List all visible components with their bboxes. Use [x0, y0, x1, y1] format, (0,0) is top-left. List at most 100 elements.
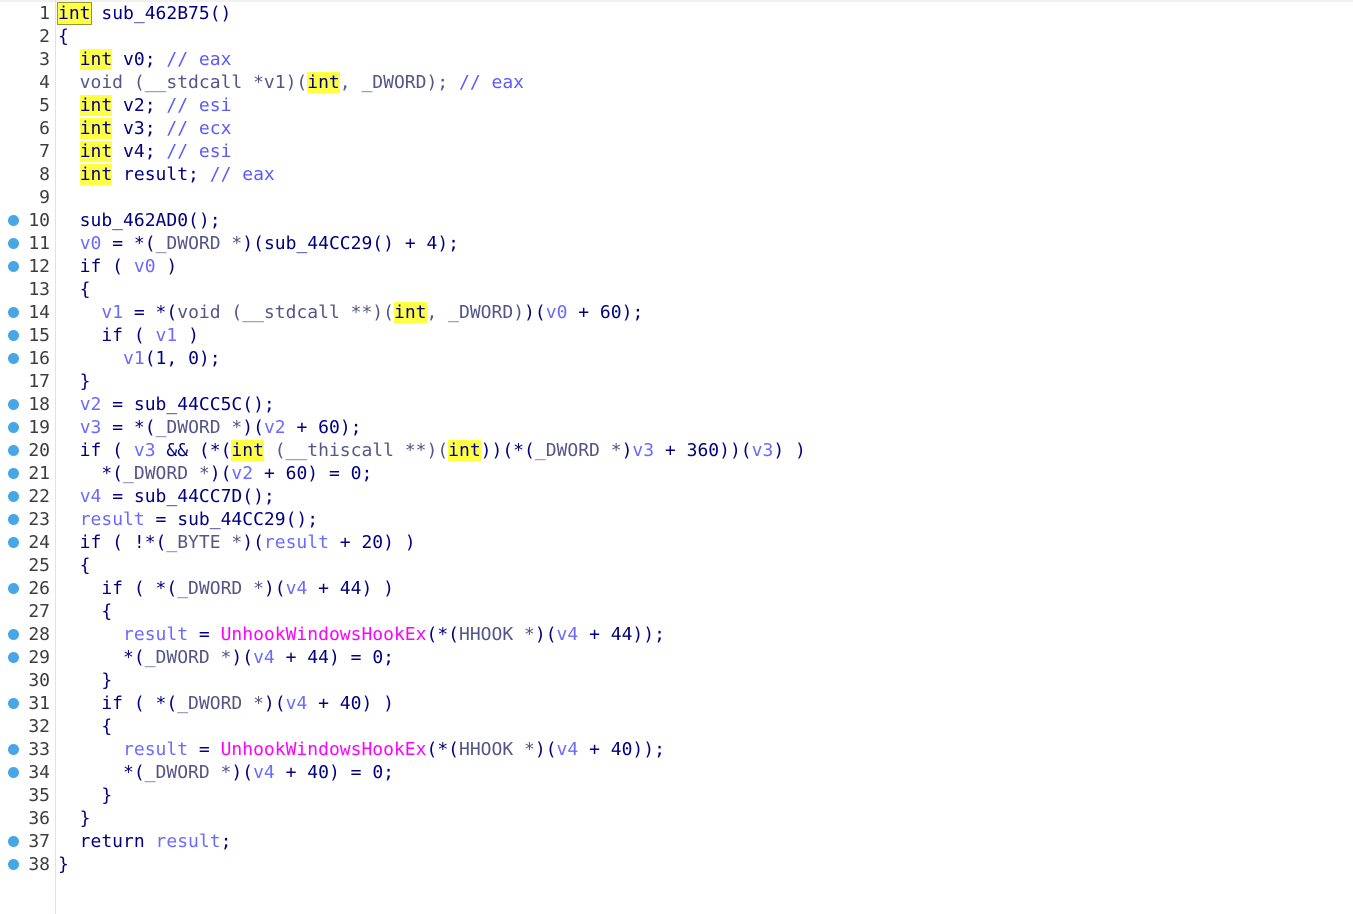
code-token[interactable]: void (__stdcall *v1)(: [58, 72, 308, 93]
code-token[interactable]: _DWORD *: [145, 647, 232, 668]
code-token[interactable]: result: [80, 509, 145, 530]
code-text[interactable]: result = UnhookWindowsHookEx(*(HHOOK *)(…: [58, 738, 665, 761]
code-token[interactable]: sub_462AD0();: [58, 210, 221, 231]
code-token[interactable]: UnhookWindowsHookEx: [221, 624, 427, 645]
code-token[interactable]: + 20) ): [329, 532, 416, 553]
code-token[interactable]: = *(: [101, 417, 155, 438]
code-line[interactable]: 5 int v2; // esi: [0, 94, 1353, 117]
code-text[interactable]: if ( *(_DWORD *)(v4 + 44) ): [58, 577, 394, 600]
code-line[interactable]: 27 {: [0, 600, 1353, 623]
code-line[interactable]: 38}: [0, 853, 1353, 876]
code-text[interactable]: if ( v1 ): [58, 324, 199, 347]
code-token[interactable]: v4: [80, 486, 102, 507]
code-token[interactable]: }: [58, 854, 69, 875]
code-line[interactable]: 3 int v0; // eax: [0, 48, 1353, 71]
code-line[interactable]: 9: [0, 186, 1353, 209]
code-token[interactable]: v3: [752, 440, 774, 461]
code-token[interactable]: _BYTE *: [166, 532, 242, 553]
code-text[interactable]: v4 = sub_44CC7D();: [58, 485, 275, 508]
code-line[interactable]: 25 {: [0, 554, 1353, 577]
code-token[interactable]: {: [58, 601, 112, 622]
code-token[interactable]: v0;: [112, 49, 166, 70]
code-text[interactable]: int result; // eax: [58, 163, 275, 186]
code-token[interactable]: // ecx: [166, 118, 231, 139]
code-text[interactable]: }: [58, 370, 91, 393]
code-token[interactable]: + 60);: [567, 302, 643, 323]
code-token[interactable]: ): [156, 256, 177, 277]
code-token[interactable]: {: [58, 279, 91, 300]
code-line[interactable]: 13 {: [0, 278, 1353, 301]
code-token[interactable]: v1: [101, 302, 123, 323]
code-text[interactable]: {: [58, 554, 91, 577]
code-token[interactable]: [58, 509, 80, 530]
code-text[interactable]: {: [58, 715, 112, 738]
code-token[interactable]: int: [79, 141, 113, 162]
code-line[interactable]: 24 if ( !*(_BYTE *)(result + 20) ): [0, 531, 1353, 554]
code-token[interactable]: [58, 164, 80, 185]
code-token[interactable]: // eax: [166, 49, 231, 70]
code-token[interactable]: v3: [80, 417, 102, 438]
code-line[interactable]: 36 }: [0, 807, 1353, 830]
code-token[interactable]: }: [58, 670, 112, 691]
code-token[interactable]: result: [264, 532, 329, 553]
code-token[interactable]: )(: [535, 624, 557, 645]
code-token[interactable]: (__thiscall **)(: [264, 440, 448, 461]
code-token[interactable]: // eax: [210, 164, 275, 185]
code-token[interactable]: if ( *(: [58, 693, 177, 714]
code-line[interactable]: 28 result = UnhookWindowsHookEx(*(HHOOK …: [0, 623, 1353, 646]
code-token[interactable]: [58, 624, 123, 645]
code-text[interactable]: int sub_462B75(): [57, 2, 231, 25]
code-token[interactable]: result: [156, 831, 221, 852]
code-line[interactable]: 29 *(_DWORD *)(v4 + 44) = 0;: [0, 646, 1353, 669]
code-token[interactable]: = sub_44CC7D();: [101, 486, 275, 507]
code-token[interactable]: v4: [286, 578, 308, 599]
code-token[interactable]: int: [448, 440, 481, 461]
code-token[interactable]: ): [177, 325, 199, 346]
code-token[interactable]: v1: [123, 348, 145, 369]
code-token[interactable]: + 40) = 0;: [275, 762, 394, 783]
code-line[interactable]: 8 int result; // eax: [0, 163, 1353, 186]
code-line[interactable]: 2{: [0, 25, 1353, 48]
code-token[interactable]: *(: [58, 463, 123, 484]
code-token[interactable]: v0: [134, 256, 156, 277]
code-text[interactable]: int v0; // eax: [58, 48, 231, 71]
code-token[interactable]: HHOOK *: [459, 739, 535, 760]
code-token[interactable]: _DWORD *: [177, 693, 264, 714]
code-line[interactable]: 14 v1 = *(void (__stdcall **)(int, _DWOR…: [0, 301, 1353, 324]
code-token[interactable]: // esi: [166, 141, 231, 162]
code-line[interactable]: 31 if ( *(_DWORD *)(v4 + 40) ): [0, 692, 1353, 715]
code-text[interactable]: if ( v0 ): [58, 255, 178, 278]
code-token[interactable]: )(sub_44CC29() + 4);: [242, 233, 459, 254]
code-token[interactable]: (1, 0);: [145, 348, 221, 369]
code-token[interactable]: int: [307, 72, 340, 93]
code-line[interactable]: 26 if ( *(_DWORD *)(v4 + 44) ): [0, 577, 1353, 600]
code-token[interactable]: int: [79, 164, 113, 185]
code-token[interactable]: =: [188, 624, 221, 645]
code-token[interactable]: int: [79, 118, 113, 139]
code-token[interactable]: int: [57, 2, 92, 25]
code-text[interactable]: if ( v3 && (*(int (__thiscall **)(int))(…: [58, 439, 806, 462]
code-token[interactable]: [58, 141, 80, 162]
code-token[interactable]: if (: [58, 256, 134, 277]
code-token[interactable]: }: [58, 808, 91, 829]
code-token[interactable]: ): [622, 440, 633, 461]
code-token[interactable]: + 60);: [286, 417, 361, 438]
code-line[interactable]: 6 int v3; // ecx: [0, 117, 1353, 140]
code-token[interactable]: && (*(: [156, 440, 231, 461]
code-text[interactable]: *(_DWORD *)(v2 + 60) = 0;: [58, 462, 372, 485]
code-token[interactable]: )(: [264, 578, 286, 599]
code-text[interactable]: if ( !*(_BYTE *)(result + 20) ): [58, 531, 416, 554]
code-text[interactable]: sub_462AD0();: [58, 209, 221, 232]
code-text[interactable]: {: [58, 600, 112, 623]
code-token[interactable]: UnhookWindowsHookEx: [221, 739, 427, 760]
code-token[interactable]: result;: [112, 164, 210, 185]
code-token[interactable]: + 44));: [578, 624, 665, 645]
code-line[interactable]: 4 void (__stdcall *v1)(int, _DWORD); // …: [0, 71, 1353, 94]
code-text[interactable]: v1 = *(void (__stdcall **)(int, _DWORD))…: [58, 301, 643, 324]
code-text[interactable]: }: [58, 807, 91, 830]
code-token[interactable]: + 60) = 0;: [253, 463, 372, 484]
code-token[interactable]: )(: [210, 463, 232, 484]
code-line[interactable]: 23 result = sub_44CC29();: [0, 508, 1353, 531]
code-token[interactable]: if (: [58, 440, 134, 461]
code-token[interactable]: _DWORD *: [145, 762, 232, 783]
